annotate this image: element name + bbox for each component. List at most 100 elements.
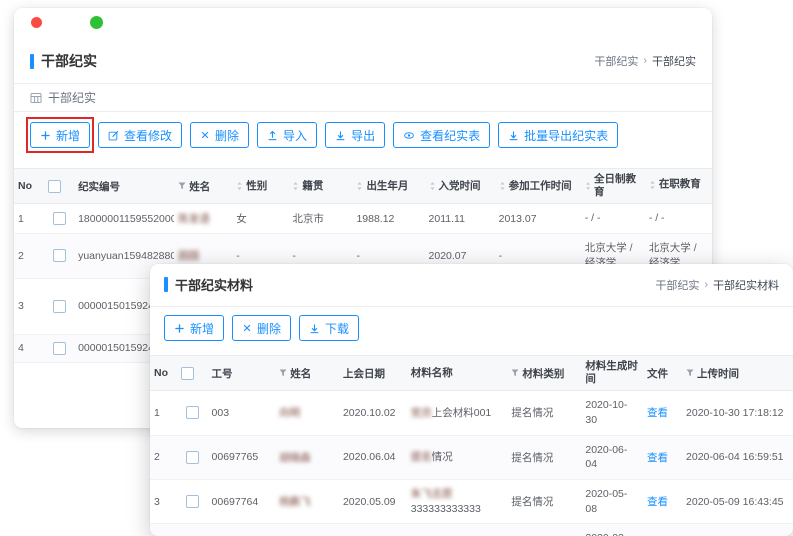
cell-date: 2020.05.09 — [339, 480, 407, 524]
cell-gen: 2020-05-08 — [581, 480, 643, 524]
row-checkbox[interactable] — [186, 406, 199, 419]
button-label: 删除 — [215, 127, 239, 144]
col-header-category[interactable]: 材料类别 — [507, 356, 581, 391]
col-header-material: 材料名称 — [407, 356, 508, 391]
download-icon — [508, 130, 519, 141]
col-header-checkbox — [177, 356, 208, 391]
row-checkbox[interactable] — [53, 212, 66, 225]
col-header-name[interactable]: 姓名 — [174, 169, 232, 204]
col-header-gender[interactable]: 性别 — [232, 169, 288, 204]
plus-icon — [174, 323, 185, 334]
redacted-name: 杨鹏飞 — [279, 496, 311, 508]
col-header-file: 文件 — [643, 356, 682, 391]
select-all-checkbox[interactable] — [181, 367, 194, 380]
col-header-label: 材料类别 — [522, 366, 564, 381]
col-header-name[interactable]: 姓名 — [275, 356, 339, 391]
col-header-emp: 工号 — [208, 356, 276, 391]
col-header-label: No — [18, 180, 32, 192]
highlighted-button-wrap: 新增 — [30, 122, 90, 148]
col-header-onjob[interactable]: 在职教育 — [645, 169, 712, 204]
cell-no: 1 — [14, 204, 44, 234]
cell-work: 2013.07 — [495, 204, 581, 234]
cell-category: 民主推荐情况 — [507, 524, 581, 536]
redacted-name: 胡晓森 — [279, 452, 311, 464]
view-file-link[interactable]: 查看 — [647, 407, 668, 419]
button-label: 查看修改 — [124, 127, 172, 144]
filter-icon — [279, 369, 287, 377]
col-header-label: 纪实编号 — [78, 179, 120, 194]
sort-icon — [429, 181, 436, 191]
redacted-text: 提名 — [411, 451, 432, 463]
row-checkbox[interactable] — [53, 249, 66, 262]
cell-fulltime: - / - — [581, 204, 645, 234]
breadcrumb-item[interactable]: 干部纪实 — [594, 53, 638, 69]
col-header-fulltime[interactable]: 全日制教育 — [581, 169, 645, 204]
delete-button[interactable]: 删除 — [232, 315, 291, 341]
download-button[interactable]: 下载 — [299, 315, 359, 341]
cell-material: 提名情况 — [407, 435, 508, 479]
add-button[interactable]: 新增 — [30, 122, 90, 148]
row-checkbox[interactable] — [53, 300, 66, 313]
col-header-label: 参加工作时间 — [509, 178, 572, 193]
page-header: 干部纪实 干部纪实›干部纪实 — [14, 42, 712, 84]
cell-checkbox — [44, 234, 74, 278]
cell-gen: 2020-03-04 — [581, 524, 643, 536]
header-row: No工号姓名上会日期材料名称材料类别材料生成时间文件上传时间 — [150, 356, 793, 391]
cadre-record-materials-window: 干部纪实材料 干部纪实›干部纪实材料 新增删除下载 No工号姓名上会日期材料名称… — [150, 264, 793, 536]
delete-button[interactable]: 删除 — [190, 122, 249, 148]
col-header-id: 纪实编号 — [74, 169, 174, 204]
redacted-text: 朱飞志愿 — [411, 488, 453, 500]
redacted-name: 陈发语 — [178, 213, 210, 225]
page-title: 干部纪实材料 — [164, 275, 253, 294]
view-file-link[interactable]: 查看 — [647, 496, 668, 508]
section-header: 干部纪实 — [14, 84, 712, 112]
row-checkbox[interactable] — [186, 451, 199, 464]
cell-checkbox — [177, 391, 208, 435]
add-button[interactable]: 新增 — [164, 315, 224, 341]
cell-file: 查看 — [643, 524, 682, 536]
cell-category: 提名情况 — [507, 391, 581, 435]
cell-checkbox — [44, 334, 74, 362]
cell-no: 2 — [150, 435, 177, 479]
breadcrumb-item: 干部纪实 — [652, 53, 696, 69]
col-header-up[interactable]: 上传时间 — [682, 356, 793, 391]
cell-file: 查看 — [643, 435, 682, 479]
download-icon — [335, 130, 346, 141]
select-all-checkbox[interactable] — [48, 180, 61, 193]
section-title: 干部纪实 — [48, 89, 96, 106]
col-header-work[interactable]: 参加工作时间 — [495, 169, 581, 204]
col-header-birth[interactable]: 出生年月 — [352, 169, 424, 204]
redacted-name: 向明 — [279, 407, 300, 419]
cell-checkbox — [177, 524, 208, 536]
sort-icon — [649, 180, 656, 190]
cell-category: 提名情况 — [507, 435, 581, 479]
cell-checkbox — [177, 435, 208, 479]
table-row: 300697764杨鹏飞2020.05.09朱飞志愿333333333333提名… — [150, 480, 793, 524]
cell-file: 查看 — [643, 391, 682, 435]
col-header-date: 上会日期 — [339, 356, 407, 391]
row-checkbox[interactable] — [186, 495, 199, 508]
cell-up: 2020-10-30 17:18:12 — [682, 391, 793, 435]
cell-name: 杨鹏飞 — [275, 480, 339, 524]
cell-material: 朱飞志愿333333333333 — [407, 480, 508, 524]
window-close-dot[interactable] — [31, 17, 42, 28]
download-icon — [309, 323, 320, 334]
export-button[interactable]: 导出 — [325, 122, 385, 148]
batch-export-record-button[interactable]: 批量导出纪实表 — [498, 122, 618, 148]
view-edit-button[interactable]: 查看修改 — [98, 122, 182, 148]
window-zoom-dot[interactable] — [90, 16, 103, 29]
cell-gender: 女 — [232, 204, 288, 234]
upload-icon — [267, 130, 278, 141]
row-checkbox[interactable] — [53, 342, 66, 355]
breadcrumb-item[interactable]: 干部纪实 — [655, 277, 699, 293]
col-header-label: 籍贯 — [302, 178, 323, 193]
col-header-label: 上会日期 — [343, 366, 385, 381]
view-file-link[interactable]: 查看 — [647, 452, 668, 464]
cell-checkbox — [44, 204, 74, 234]
button-label: 新增 — [190, 320, 214, 337]
view-record-table-button[interactable]: 查看纪实表 — [393, 122, 490, 148]
col-header-label: 材料名称 — [411, 367, 453, 380]
col-header-party[interactable]: 入党时间 — [425, 169, 495, 204]
import-button[interactable]: 导入 — [257, 122, 317, 148]
col-header-native[interactable]: 籍贯 — [288, 169, 352, 204]
